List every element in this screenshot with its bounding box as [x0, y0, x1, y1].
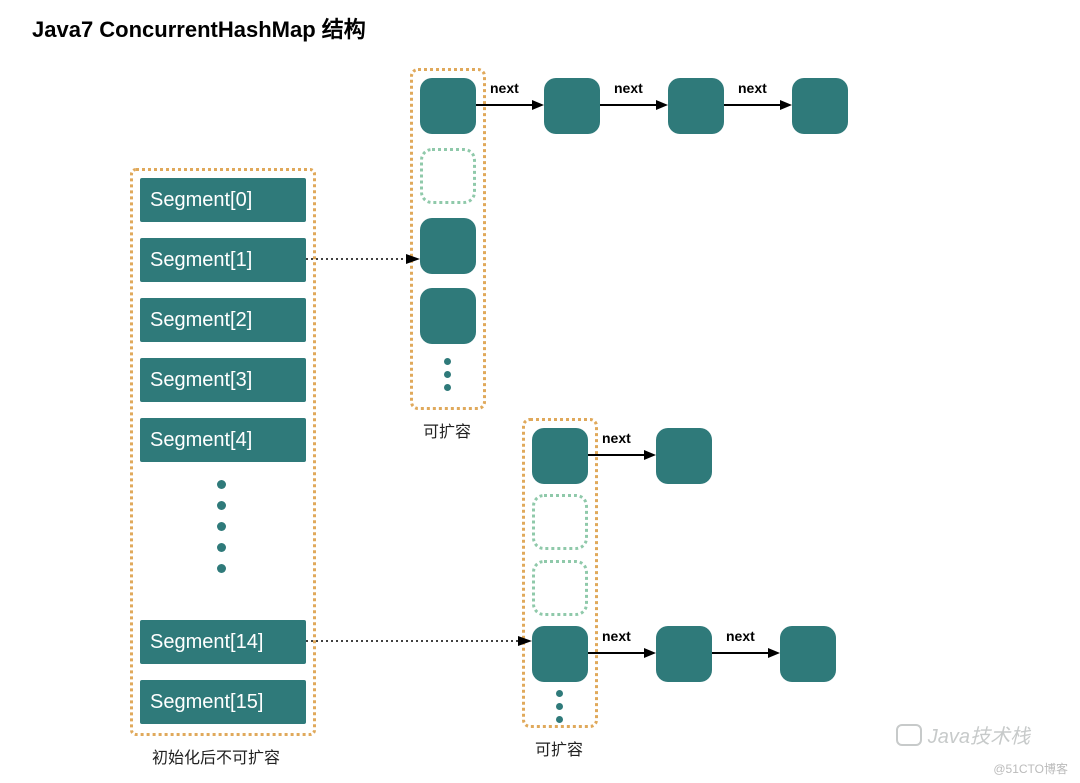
- chain-node: [668, 78, 724, 134]
- entry-node: [532, 428, 588, 484]
- segment-cell: Segment[2]: [140, 298, 306, 342]
- next-arrow: [476, 98, 544, 112]
- next-label: next: [614, 80, 643, 96]
- entry-node: [420, 218, 476, 274]
- next-label: next: [602, 628, 631, 644]
- next-label: next: [738, 80, 767, 96]
- entry-slot-empty: [532, 560, 588, 616]
- segment-cell: Segment[0]: [140, 178, 306, 222]
- entry-caption-2: 可扩容: [535, 736, 583, 760]
- pointer-arrow: [306, 634, 532, 648]
- segment-cell: Segment[15]: [140, 680, 306, 724]
- entry-slot-empty: [420, 148, 476, 204]
- chain-node: [792, 78, 848, 134]
- segment-caption: 初始化后不可扩容: [152, 744, 280, 768]
- entry-ellipsis: [444, 358, 451, 391]
- wechat-icon: [896, 724, 922, 746]
- watermark-brand-text: Java技术栈: [928, 720, 1030, 749]
- entry-node: [420, 78, 476, 134]
- next-arrow: [600, 98, 668, 112]
- chain-node: [544, 78, 600, 134]
- next-label: next: [602, 430, 631, 446]
- segment-cell: Segment[4]: [140, 418, 306, 462]
- next-arrow: [712, 646, 780, 660]
- watermark-brand: Java技术栈: [896, 720, 1030, 749]
- segment-ellipsis: [217, 480, 226, 573]
- entry-slot-empty: [532, 494, 588, 550]
- entry-caption-1: 可扩容: [423, 418, 471, 442]
- segment-cell: Segment[3]: [140, 358, 306, 402]
- segment-cell: Segment[14]: [140, 620, 306, 664]
- chain-node: [656, 626, 712, 682]
- next-arrow: [588, 448, 656, 462]
- entry-node: [420, 288, 476, 344]
- entry-ellipsis: [556, 690, 563, 723]
- next-arrow: [588, 646, 656, 660]
- next-arrow: [724, 98, 792, 112]
- segment-cell: Segment[1]: [140, 238, 306, 282]
- diagram-title: Java7 ConcurrentHashMap 结构: [32, 12, 366, 44]
- next-label: next: [726, 628, 755, 644]
- next-label: next: [490, 80, 519, 96]
- entry-node: [532, 626, 588, 682]
- pointer-arrow: [306, 252, 420, 266]
- chain-node: [780, 626, 836, 682]
- chain-node: [656, 428, 712, 484]
- watermark-source: @51CTO博客: [993, 760, 1068, 777]
